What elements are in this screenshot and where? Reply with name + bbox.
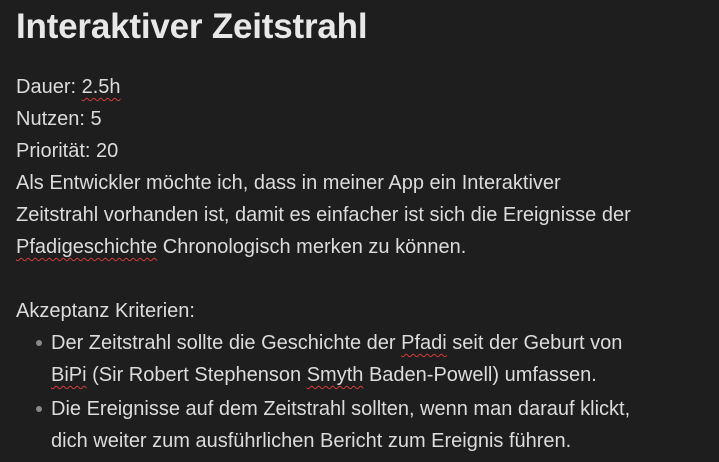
dauer-line: Dauer: 2.5h bbox=[16, 71, 711, 103]
bullet-icon bbox=[36, 340, 42, 346]
misspelled-word: Smyth bbox=[306, 364, 364, 386]
user-story-line: Pfadigeschichte Chronologisch merken zu … bbox=[16, 236, 467, 258]
note-meta: Dauer: 2.5h Nutzen: 5 Priorität: 20 bbox=[16, 71, 711, 167]
dauer-value: 2.5h bbox=[81, 76, 121, 98]
note-editor[interactable]: Interaktiver Zeitstrahl Dauer: 2.5h Nutz… bbox=[16, 4, 711, 459]
nutzen-line: Nutzen: 5 bbox=[16, 108, 102, 130]
criteria-list: Der Zeitstrahl sollte die Geschichte der… bbox=[16, 327, 711, 457]
misspelled-word: Pfadigeschichte bbox=[16, 236, 158, 258]
list-item: Die Ereignisse auf dem Zeitstrahl sollte… bbox=[16, 393, 711, 457]
prioritaet-line: Priorität: 20 bbox=[16, 140, 119, 162]
user-story-line: Als Entwickler möchte ich, dass in meine… bbox=[16, 172, 561, 194]
list-item: Der Zeitstrahl sollte die Geschichte der… bbox=[16, 327, 711, 391]
criteria-heading: Akzeptanz Kriterien: bbox=[16, 300, 195, 322]
user-story: Als Entwickler möchte ich, dass in meine… bbox=[16, 167, 711, 263]
dauer-label: Dauer: bbox=[16, 76, 82, 98]
bullet-icon bbox=[36, 406, 42, 412]
user-story-line: Zeitstrahl vorhanden ist, damit es einfa… bbox=[16, 204, 631, 226]
misspelled-word: Pfadi bbox=[401, 332, 447, 354]
note-title[interactable]: Interaktiver Zeitstrahl bbox=[16, 4, 711, 50]
misspelled-word: BiPi bbox=[51, 364, 87, 386]
